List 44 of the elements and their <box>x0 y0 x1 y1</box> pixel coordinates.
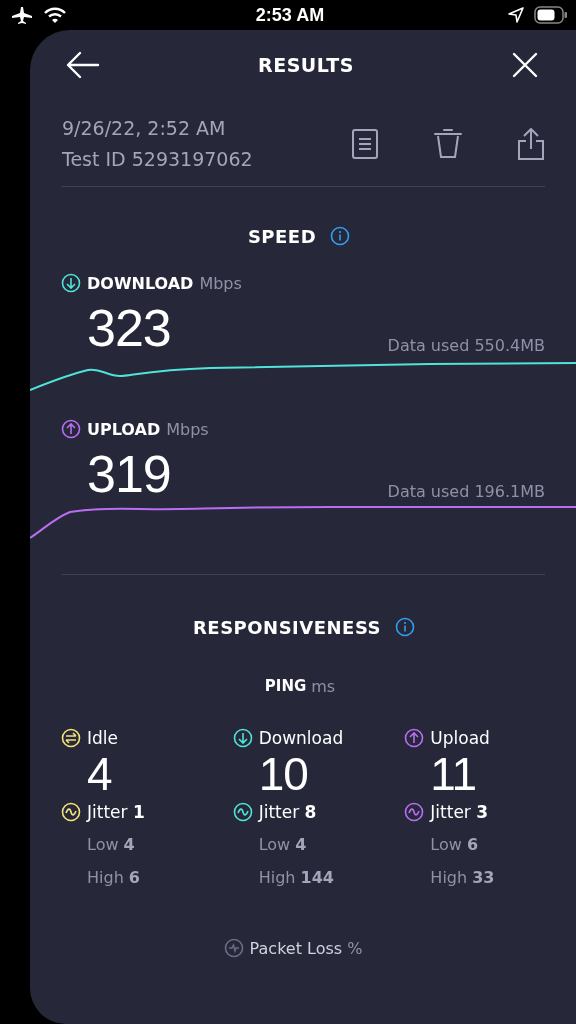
back-button[interactable] <box>66 51 100 79</box>
high-value: High 6 <box>87 867 141 889</box>
data-used: Data used 196.1MB <box>387 482 545 502</box>
delete-button[interactable] <box>433 128 463 160</box>
low-value: Low 4 <box>258 834 308 856</box>
test-id: Test ID 5293197062 <box>62 147 253 172</box>
share-button[interactable] <box>517 127 545 161</box>
ping-value: 11 <box>430 752 478 796</box>
unit-label: ms <box>311 677 336 696</box>
section-title: SPEED <box>247 225 317 247</box>
wifi-icon <box>44 7 66 23</box>
location-icon <box>508 7 524 23</box>
status-time: 2:53 AM <box>255 4 325 26</box>
speed-value: 323 <box>87 300 171 356</box>
ping-label: PING <box>264 677 307 696</box>
ping-type: Idle <box>87 728 118 748</box>
low-value: Low 4 <box>87 834 136 856</box>
speed-value: 319 <box>87 446 171 502</box>
test-date: 9/26/22, 2:52 AM <box>62 116 227 141</box>
ping-type: Download <box>258 728 344 748</box>
packet-loss-label: Packet Loss % <box>249 938 363 958</box>
packet-loss-icon <box>223 938 244 958</box>
ping-type: Upload <box>430 728 490 748</box>
ping-value: 10 <box>258 752 309 796</box>
low-value: Low 6 <box>430 834 480 856</box>
high-value: High 144 <box>258 867 335 889</box>
close-button[interactable] <box>512 52 538 78</box>
info-button[interactable] <box>330 226 351 246</box>
metric-label: DOWNLOAD <box>87 273 194 293</box>
unit-label: Mbps <box>166 419 209 439</box>
document-button[interactable] <box>351 128 379 160</box>
info-button[interactable] <box>395 617 415 637</box>
high-value: High 33 <box>430 867 496 889</box>
data-used: Data used 550.4MB <box>387 336 545 356</box>
ping-value: 4 <box>87 752 113 796</box>
screen-title: RESULTS <box>258 54 354 76</box>
unit-label: Mbps <box>199 273 242 293</box>
jitter-value: Jitter 8 <box>258 802 317 822</box>
battery-icon <box>534 6 568 24</box>
jitter-value: Jitter 1 <box>87 802 145 822</box>
section-title: RESPONSIVENESS <box>192 616 381 638</box>
airplane-icon <box>12 6 34 24</box>
metric-label: UPLOAD <box>87 419 161 439</box>
jitter-value: Jitter 3 <box>430 802 489 822</box>
